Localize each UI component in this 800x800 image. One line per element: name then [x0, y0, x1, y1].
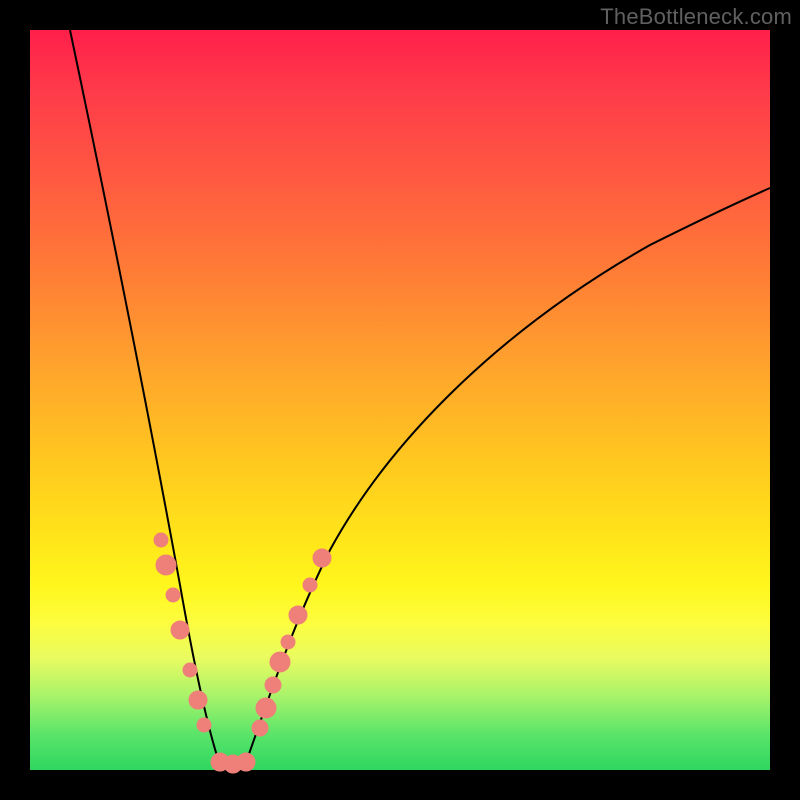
watermark-text: TheBottleneck.com — [600, 4, 792, 30]
chart-svg — [30, 30, 770, 770]
chart-plot-area — [30, 30, 770, 770]
data-marker — [166, 588, 180, 602]
data-marker — [197, 718, 211, 732]
data-marker — [156, 555, 176, 575]
data-marker — [256, 698, 276, 718]
marker-group — [154, 533, 331, 773]
data-marker — [313, 549, 331, 567]
data-marker — [265, 677, 281, 693]
data-marker — [270, 652, 290, 672]
data-marker — [237, 753, 255, 771]
data-marker — [303, 578, 317, 592]
data-marker — [171, 621, 189, 639]
data-marker — [281, 635, 295, 649]
chart-frame: TheBottleneck.com — [0, 0, 800, 800]
data-marker — [154, 533, 168, 547]
data-marker — [189, 691, 207, 709]
left-curve — [70, 30, 220, 765]
right-curve — [245, 188, 770, 765]
data-marker — [252, 720, 268, 736]
data-marker — [183, 663, 197, 677]
data-marker — [289, 606, 307, 624]
